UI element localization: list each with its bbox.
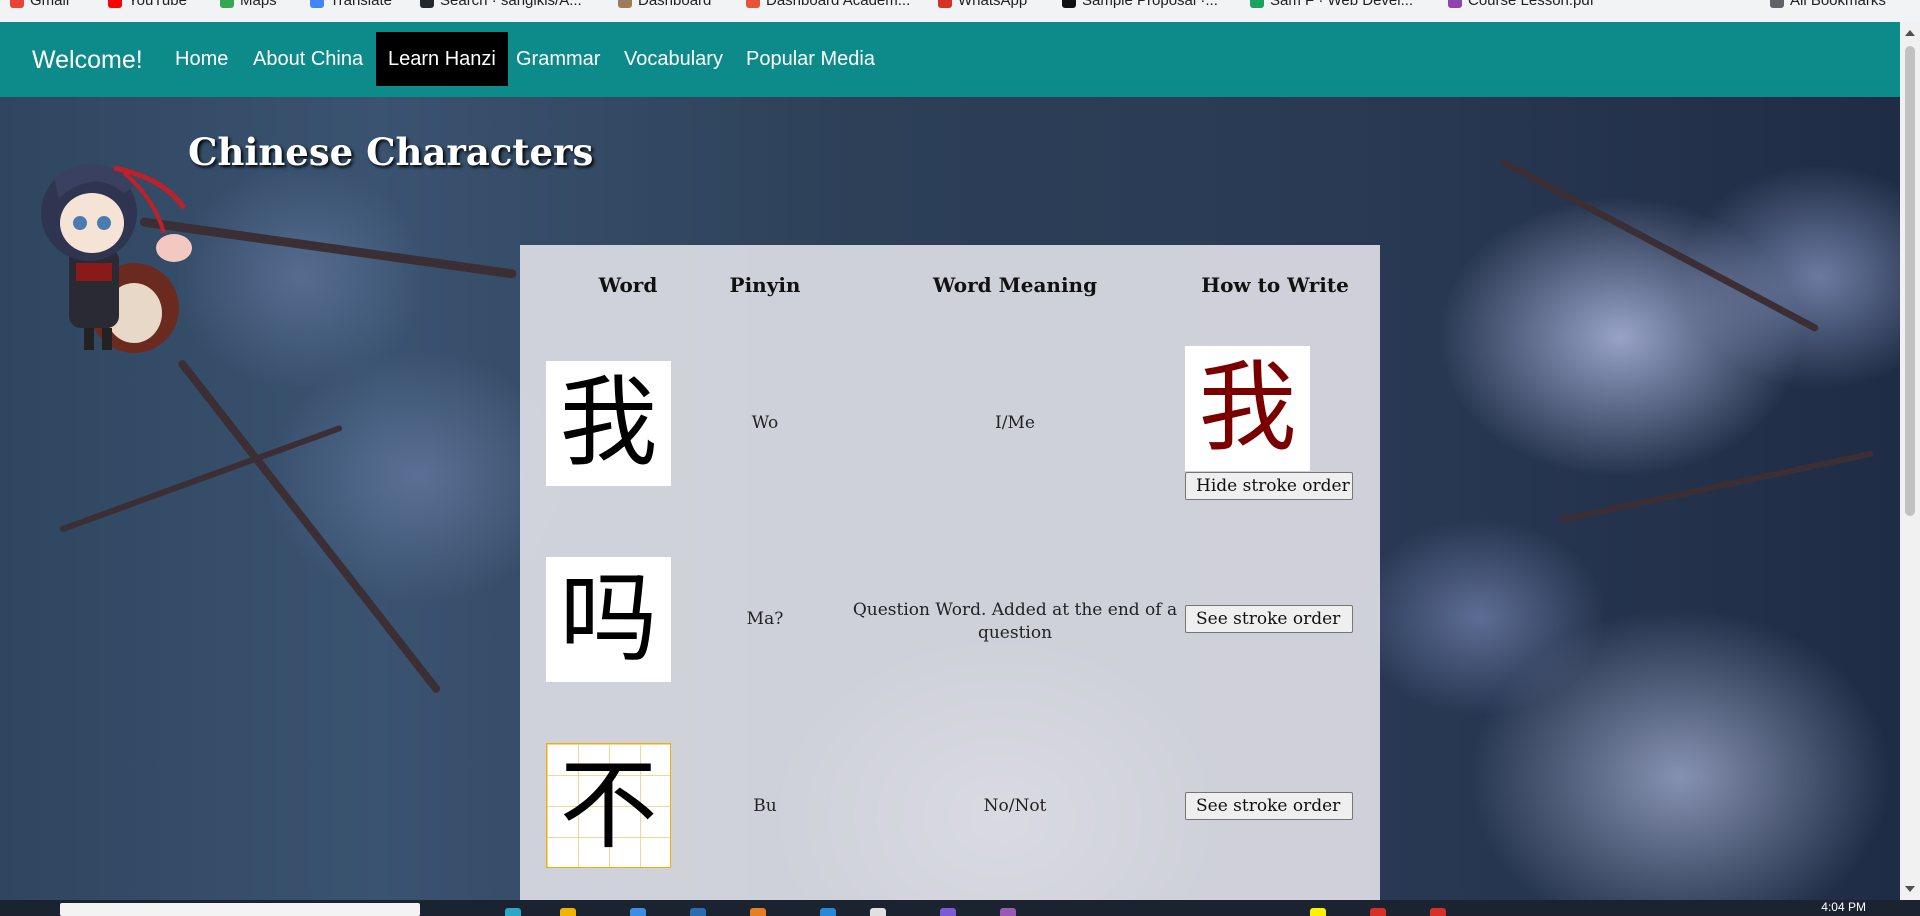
whatsapp-icon: [938, 0, 952, 9]
chrome-icon[interactable]: [1370, 908, 1386, 916]
vscode-icon[interactable]: [820, 908, 836, 916]
see-stroke-order-button-bu[interactable]: See stroke order: [1185, 792, 1353, 820]
sticky-notes-icon[interactable]: [1310, 908, 1326, 916]
document-icon[interactable]: [870, 908, 886, 916]
nav-vocabulary[interactable]: Vocabulary: [612, 32, 735, 86]
scroll-down-arrow-icon[interactable]: [1905, 886, 1915, 892]
meaning-wo: I/Me: [995, 413, 1035, 433]
bookmarks-bar: Gmail YouTube Maps Translate Search · sa…: [0, 0, 1920, 22]
nav-learn-hanzi[interactable]: Learn Hanzi: [376, 32, 508, 86]
os-taskbar: 4:04 PM: [0, 900, 1920, 916]
character-ma-glyph: 吗: [559, 562, 658, 676]
character-image-ma: 吗: [546, 557, 671, 682]
page-scrollbar[interactable]: [1900, 22, 1920, 900]
web-dev-icon: [1250, 0, 1264, 9]
edge-icon[interactable]: [505, 908, 521, 916]
meaning-bu: No/Not: [983, 796, 1047, 816]
translate-icon: [310, 0, 324, 9]
character-image-wo: 我: [546, 361, 671, 486]
file-explorer-icon[interactable]: [560, 908, 576, 916]
bookmark-web-dev[interactable]: Sam F · Web Devel...: [1250, 0, 1413, 9]
character-image-bu: 不: [546, 743, 671, 868]
folder-icon: [1770, 0, 1784, 9]
nav-grammar[interactable]: Grammar: [504, 32, 612, 86]
maps-icon: [220, 0, 234, 9]
github-icon: [420, 0, 434, 9]
branch-decoration: [1559, 450, 1874, 523]
stroke-order-animation-wo: 我: [1185, 346, 1310, 471]
top-navbar: Welcome! Home About China Learn Hanzi Gr…: [0, 22, 1900, 97]
mail-icon[interactable]: [690, 908, 706, 916]
bookmark-youtube[interactable]: YouTube: [108, 0, 187, 9]
taskbar-clock[interactable]: 4:04 PM: [1821, 900, 1866, 914]
nav-popular-media[interactable]: Popular Media: [734, 32, 887, 86]
meaning-ma: Question Word. Added at the end of a que…: [852, 600, 1178, 643]
gmail-icon: [10, 0, 24, 9]
bookmark-dashboard-academy[interactable]: Dashboard Academ...: [746, 0, 910, 9]
pinyin-bu: Bu: [753, 796, 777, 816]
header-word-meaning: Word Meaning: [932, 273, 1098, 297]
scroll-thumb[interactable]: [1905, 46, 1915, 516]
dashboard-academy-icon: [746, 0, 760, 9]
app-icon[interactable]: [750, 908, 766, 916]
dashboard-icon: [618, 0, 632, 9]
hide-stroke-order-button[interactable]: Hide stroke order: [1185, 472, 1353, 500]
header-pinyin: Pinyin: [729, 273, 801, 297]
pinyin-ma: Ma?: [746, 609, 784, 629]
bookmark-all[interactable]: All Bookmarks: [1770, 0, 1886, 9]
bookmark-whatsapp[interactable]: WhatsApp: [938, 0, 1027, 9]
store-icon[interactable]: [630, 908, 646, 916]
bookmark-github[interactable]: Search · sangikis/A...: [420, 0, 582, 9]
branch-decoration: [176, 358, 442, 695]
bookmark-gmail[interactable]: Gmail: [10, 0, 69, 9]
bookmark-dashboard[interactable]: Dashboard: [618, 0, 711, 9]
scroll-up-arrow-icon[interactable]: [1905, 30, 1915, 36]
hanzi-table: Word Pinyin Word Meaning How to Write 我 …: [520, 245, 1380, 900]
nav-about-china[interactable]: About China: [241, 32, 375, 86]
bookmark-sample-proposal[interactable]: Sample Proposal ·...: [1062, 0, 1218, 9]
branch-decoration: [1498, 157, 1820, 333]
bookmark-translate[interactable]: Translate: [310, 0, 392, 9]
document-icon: [1062, 0, 1076, 9]
app-icon[interactable]: [940, 908, 956, 916]
chibi-mascot: [41, 164, 192, 353]
taskbar-search-box[interactable]: [60, 903, 420, 916]
header-word: Word: [598, 273, 658, 297]
course-icon: [1448, 0, 1462, 9]
chrome-icon[interactable]: [1430, 908, 1446, 916]
bookmark-course-pdf[interactable]: Course Lesson.pdf: [1448, 0, 1594, 9]
pinyin-wo: Wo: [751, 413, 779, 433]
page-title: Chinese Characters: [188, 130, 594, 174]
site-brand[interactable]: Welcome!: [32, 46, 143, 75]
youtube-icon: [108, 0, 122, 9]
bookmark-maps[interactable]: Maps: [220, 0, 277, 9]
nav-home[interactable]: Home: [163, 32, 240, 86]
app-icon[interactable]: [1000, 908, 1016, 916]
header-how-to-write: How to Write: [1201, 273, 1349, 297]
see-stroke-order-button-ma[interactable]: See stroke order: [1185, 605, 1353, 633]
